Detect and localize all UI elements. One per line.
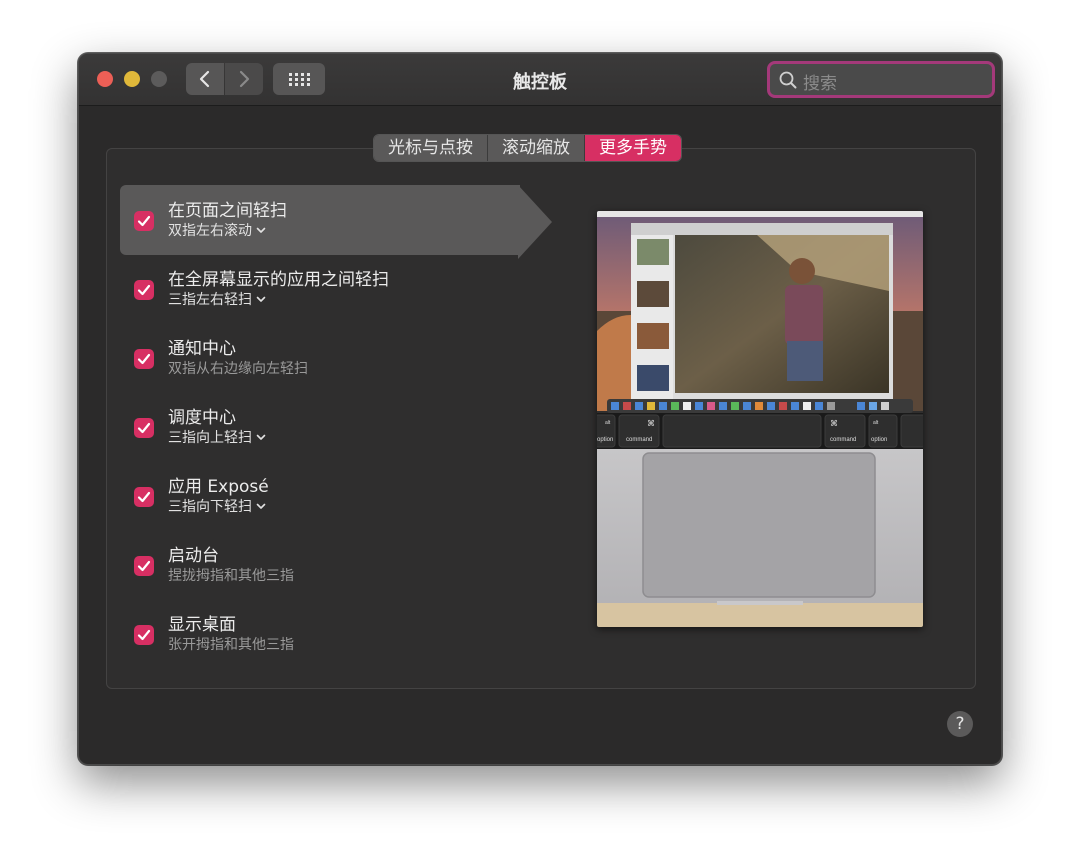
tab-more-gestures[interactable]: 更多手势 — [585, 135, 681, 161]
checkmark-icon — [137, 284, 151, 296]
checkmark-icon — [137, 422, 151, 434]
gesture-row[interactable]: 通知中心双指从右边缘向左轻扫 — [120, 323, 520, 393]
gesture-subtitle: 捏拢拇指和其他三指 — [168, 568, 294, 584]
gesture-checkbox[interactable] — [134, 418, 154, 438]
gesture-row[interactable]: 启动台捏拢拇指和其他三指 — [120, 530, 520, 600]
preview-illustration: alt option ⌘ command ⌘ command alt optio… — [597, 211, 923, 627]
tab-scroll-and-zoom[interactable]: 滚动缩放 — [488, 135, 585, 161]
gesture-title: 应用 Exposé — [168, 477, 269, 497]
gesture-title: 通知中心 — [168, 339, 236, 359]
key-cmd-symbol-right: ⌘ — [830, 419, 838, 428]
gesture-checkbox[interactable] — [134, 280, 154, 300]
tab-bar: 光标与点按 滚动缩放 更多手势 — [373, 134, 682, 162]
checkmark-icon — [137, 560, 151, 572]
gesture-subtitle: 三指向下轻扫 — [168, 499, 252, 515]
gesture-checkbox[interactable] — [134, 349, 154, 369]
search-placeholder: 搜索 — [803, 74, 837, 94]
gesture-preview-image: alt option ⌘ command ⌘ command alt optio… — [597, 211, 923, 627]
key-cmd-symbol-left: ⌘ — [647, 419, 655, 428]
gesture-row[interactable]: 显示桌面张开拇指和其他三指 — [120, 599, 520, 669]
search-field[interactable]: 搜索 — [767, 61, 995, 98]
gesture-option: 捏拢拇指和其他三指 — [168, 565, 294, 585]
tab-point-and-click[interactable]: 光标与点按 — [374, 135, 488, 161]
checkmark-icon — [137, 353, 151, 365]
gesture-checkbox[interactable] — [134, 211, 154, 231]
gesture-title: 在全屏幕显示的应用之间轻扫 — [168, 270, 389, 290]
title-bar: 触控板 搜索 — [79, 54, 1001, 106]
help-button[interactable]: ? — [947, 711, 973, 737]
key-option-left: option — [597, 437, 613, 443]
key-alt-right: alt — [873, 420, 879, 426]
key-command-left: command — [626, 437, 652, 443]
key-option-right: option — [871, 437, 887, 443]
gesture-option[interactable]: 三指向上轻扫 — [168, 427, 266, 447]
gesture-subtitle: 双指左右滚动 — [168, 223, 252, 239]
gesture-checkbox[interactable] — [134, 556, 154, 576]
gesture-subtitle: 三指左右轻扫 — [168, 292, 252, 308]
gesture-row[interactable]: 应用 Exposé 三指向下轻扫 — [120, 461, 520, 531]
chevron-down-icon — [256, 296, 266, 302]
gesture-title: 调度中心 — [168, 408, 236, 428]
checkmark-icon — [137, 629, 151, 641]
checkmark-icon — [137, 215, 151, 227]
gesture-option[interactable]: 三指左右轻扫 — [168, 289, 266, 309]
key-alt-left: alt — [605, 420, 611, 426]
gesture-title: 在页面之间轻扫 — [168, 201, 287, 221]
gesture-subtitle: 三指向上轻扫 — [168, 430, 252, 446]
chevron-down-icon — [256, 503, 266, 509]
gesture-option[interactable]: 三指向下轻扫 — [168, 496, 266, 516]
gesture-row[interactable]: 调度中心三指向上轻扫 — [120, 392, 520, 462]
chevron-down-icon — [256, 227, 266, 233]
gesture-title: 显示桌面 — [168, 615, 236, 635]
search-icon — [779, 71, 797, 89]
chevron-down-icon — [256, 434, 266, 440]
gesture-checkbox[interactable] — [134, 487, 154, 507]
gesture-row[interactable]: 在页面之间轻扫双指左右滚动 — [120, 185, 520, 255]
gesture-option: 双指从右边缘向左轻扫 — [168, 358, 308, 378]
gesture-subtitle: 双指从右边缘向左轻扫 — [168, 361, 308, 377]
gesture-checkbox[interactable] — [134, 625, 154, 645]
key-command-right: command — [830, 437, 856, 443]
gesture-option: 张开拇指和其他三指 — [168, 634, 294, 654]
gesture-option[interactable]: 双指左右滚动 — [168, 220, 266, 240]
gesture-row[interactable]: 在全屏幕显示的应用之间轻扫三指左右轻扫 — [120, 254, 520, 324]
selected-row-arrow — [518, 185, 552, 259]
system-preferences-window: 触控板 搜索 光标与点按 滚动缩放 更多手势 在页面之间轻扫双指左右滚动在全屏幕… — [78, 53, 1002, 765]
checkmark-icon — [137, 491, 151, 503]
gesture-subtitle: 张开拇指和其他三指 — [168, 637, 294, 653]
gesture-title: 启动台 — [168, 546, 219, 566]
